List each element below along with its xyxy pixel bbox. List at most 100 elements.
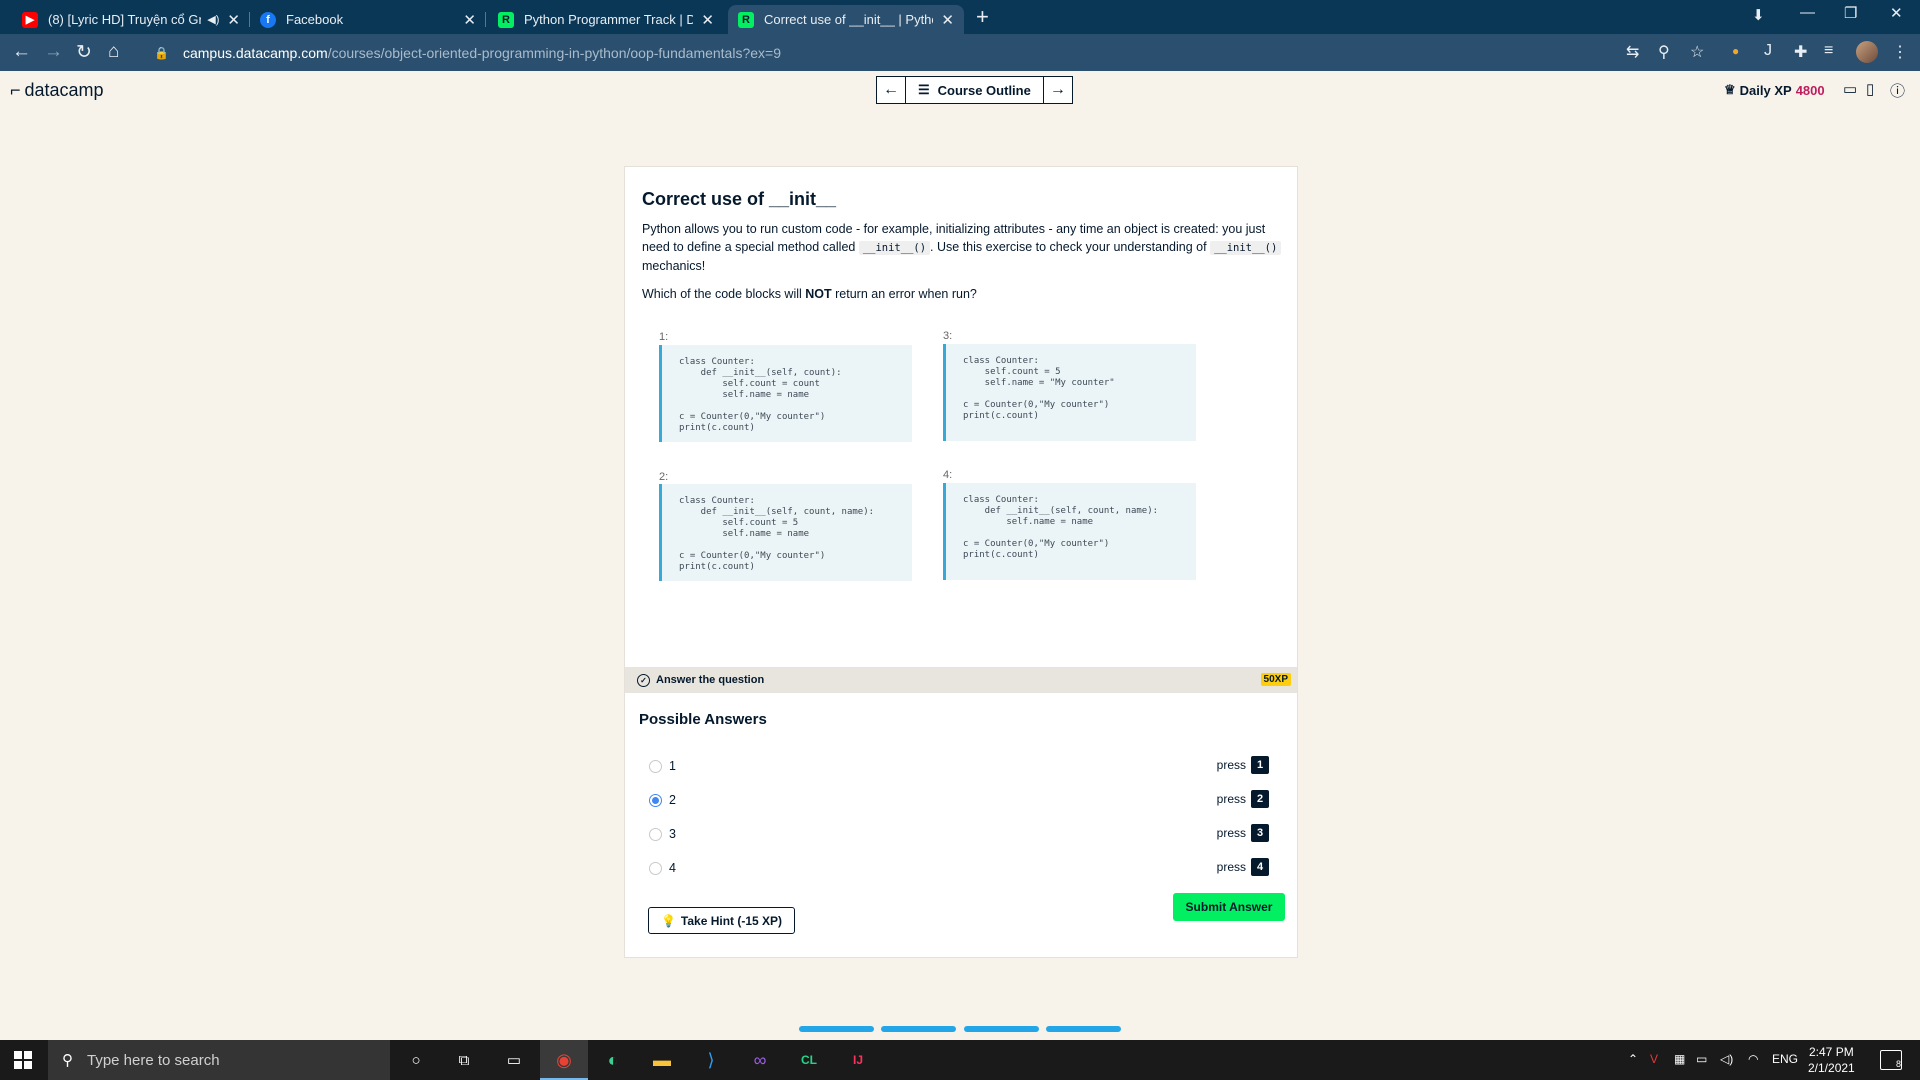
reload-icon[interactable]: ↻: [76, 41, 92, 64]
keyboard-shortcut: press 3: [1217, 824, 1269, 842]
slides-icon[interactable]: ▯: [1866, 80, 1874, 98]
youtube-icon: ▶: [22, 11, 38, 28]
tab-facebook[interactable]: f Facebook ✕: [250, 5, 486, 34]
next-exercise-button[interactable]: →: [1044, 77, 1072, 103]
zoom-icon[interactable]: ⚲: [1658, 42, 1670, 62]
answer-option-3[interactable]: 3 press 3: [649, 823, 1269, 845]
facebook-icon: f: [260, 11, 276, 28]
answer-option-1[interactable]: 1 press 1: [649, 755, 1269, 777]
visual-studio-icon[interactable]: ∞: [748, 1048, 772, 1072]
tab-correct-use-init[interactable]: R Correct use of __init__ | Python ✕: [728, 5, 964, 34]
back-icon[interactable]: ←: [12, 41, 31, 63]
address-bar[interactable]: 🔒 campus.datacamp.com/courses/object-ori…: [140, 37, 1680, 68]
cortana-icon[interactable]: ○: [404, 1048, 428, 1072]
edge-icon[interactable]: ◐: [601, 1048, 625, 1072]
speaker-icon[interactable]: ◀): [207, 13, 219, 26]
close-tab-icon[interactable]: ✕: [463, 11, 476, 29]
file-explorer-icon[interactable]: ▬: [650, 1048, 674, 1072]
tab-python-track[interactable]: R Python Programmer Track | Data ✕: [488, 5, 724, 34]
progress-segment: [964, 1026, 1039, 1032]
clion-icon[interactable]: CL: [797, 1048, 821, 1072]
menu-kebab-icon[interactable]: ⋮: [1892, 42, 1908, 62]
menu-icon: ☰: [918, 82, 930, 97]
terminal-icon[interactable]: ▭: [502, 1048, 526, 1072]
close-tab-icon[interactable]: ✕: [941, 11, 954, 29]
volume-icon[interactable]: ◁): [1720, 1052, 1733, 1066]
datacamp-icon: R: [738, 11, 754, 28]
checkmark-circle-icon: ✓: [637, 673, 650, 687]
taskbar-search[interactable]: ⚲ Type here to search: [48, 1040, 390, 1080]
video-icon[interactable]: ▭: [1843, 80, 1857, 98]
option-number: 4:: [943, 469, 953, 481]
restore-icon[interactable]: ❐: [1844, 4, 1857, 22]
take-hint-button[interactable]: 💡 Take Hint (-15 XP): [648, 907, 795, 934]
close-window-icon[interactable]: ✕: [1890, 4, 1903, 22]
vscode-icon[interactable]: ⟩: [699, 1048, 723, 1072]
bookmark-star-icon[interactable]: ☆: [1690, 42, 1704, 62]
exercise-title: Correct use of __init__: [642, 189, 837, 209]
wifi-icon[interactable]: ◠: [1748, 1052, 1758, 1066]
progress-segment: [799, 1026, 874, 1032]
keyboard-shortcut: press 1: [1217, 756, 1269, 774]
answer-option-4[interactable]: 4 press 4: [649, 857, 1269, 879]
progress-segment: [881, 1026, 956, 1032]
profile-avatar[interactable]: [1856, 41, 1878, 63]
extension-j-icon[interactable]: J: [1764, 42, 1772, 60]
submit-answer-button[interactable]: Submit Answer: [1173, 893, 1285, 921]
browser-tab-strip: ▶ (8) [Lyric HD] Truyện cổ Grim ◀) ✕ f F…: [0, 0, 1920, 34]
datacamp-icon: R: [498, 11, 514, 28]
course-outline-button[interactable]: ☰ Course Outline: [905, 77, 1044, 103]
course-navigation: ← ☰ Course Outline →: [876, 76, 1073, 104]
media-control-icon[interactable]: ≡: [1824, 42, 1833, 60]
intellij-icon[interactable]: IJ: [846, 1048, 870, 1072]
lock-icon[interactable]: 🔒: [154, 46, 169, 60]
battery-icon[interactable]: ▭: [1696, 1052, 1707, 1066]
radio-button-selected[interactable]: [649, 793, 662, 807]
search-icon: ⚲: [62, 1052, 73, 1069]
trophy-icon: ♕: [1724, 82, 1736, 97]
system-clock[interactable]: 2:47 PM 2/1/2021: [1808, 1044, 1855, 1076]
tab-youtube[interactable]: ▶ (8) [Lyric HD] Truyện cổ Grim ◀) ✕: [12, 5, 250, 34]
task-view-icon[interactable]: ⧉: [452, 1048, 476, 1072]
forward-icon[interactable]: →: [44, 41, 63, 63]
keyboard-shortcut: press 2: [1217, 790, 1269, 808]
lightbulb-icon: 💡: [660, 913, 676, 928]
extensions-puzzle-icon[interactable]: ✚: [1794, 42, 1807, 62]
tray-app-icon[interactable]: V: [1650, 1052, 1658, 1066]
close-tab-icon[interactable]: ✕: [701, 11, 714, 29]
show-hidden-icons[interactable]: ⌃: [1628, 1052, 1638, 1066]
tray-app-icon[interactable]: ▦: [1674, 1052, 1685, 1066]
profile-dropdown-icon[interactable]: ⬇: [1752, 6, 1765, 24]
option-number: 3:: [943, 330, 953, 342]
new-tab-icon[interactable]: +: [976, 4, 989, 30]
close-tab-icon[interactable]: ✕: [227, 11, 240, 29]
code-block-2: class Counter: def __init__(self, count,…: [659, 484, 912, 581]
code-block-3: class Counter: self.count = 5 self.name …: [943, 344, 1196, 441]
radio-button[interactable]: [649, 759, 662, 773]
datacamp-logo-icon: ⌐: [10, 80, 21, 100]
windows-start-icon[interactable]: [14, 1051, 32, 1069]
home-icon[interactable]: ⌂: [108, 41, 119, 63]
info-icon[interactable]: ⓘ: [1890, 80, 1905, 101]
translate-icon[interactable]: ⇆: [1626, 42, 1639, 62]
minimize-icon[interactable]: —: [1800, 4, 1815, 21]
notification-center-icon[interactable]: 8: [1880, 1050, 1902, 1070]
exercise-question: Which of the code blocks will NOT return…: [642, 287, 977, 301]
radio-button[interactable]: [649, 827, 662, 841]
keyboard-shortcut: press 4: [1217, 858, 1269, 876]
answer-option-2[interactable]: 2 press 2: [649, 789, 1269, 811]
radio-button[interactable]: [649, 861, 662, 875]
windows-taskbar: ⚲ Type here to search ○ ⧉ ▭ ◉ ◐ ▬ ⟩ ∞ CL…: [0, 1040, 1920, 1080]
language-indicator[interactable]: ENG: [1772, 1052, 1798, 1066]
previous-exercise-button[interactable]: ←: [877, 77, 905, 103]
code-block-4: class Counter: def __init__(self, count,…: [943, 483, 1196, 580]
datacamp-logo[interactable]: ⌐ datacamp: [10, 80, 104, 101]
option-number: 2:: [659, 471, 669, 483]
exercise-card: Correct use of __init__ Python allows yo…: [624, 166, 1298, 958]
chrome-icon[interactable]: ◉: [552, 1048, 576, 1072]
option-number: 1:: [659, 331, 669, 343]
answer-question-bar: ✓ Answer the question 50XP: [625, 667, 1297, 693]
extension-icon[interactable]: ●: [1732, 44, 1739, 58]
progress-segment: [1046, 1026, 1121, 1032]
browser-toolbar: ← → ↻ ⌂ 🔒 campus.datacamp.com/courses/ob…: [0, 34, 1920, 71]
